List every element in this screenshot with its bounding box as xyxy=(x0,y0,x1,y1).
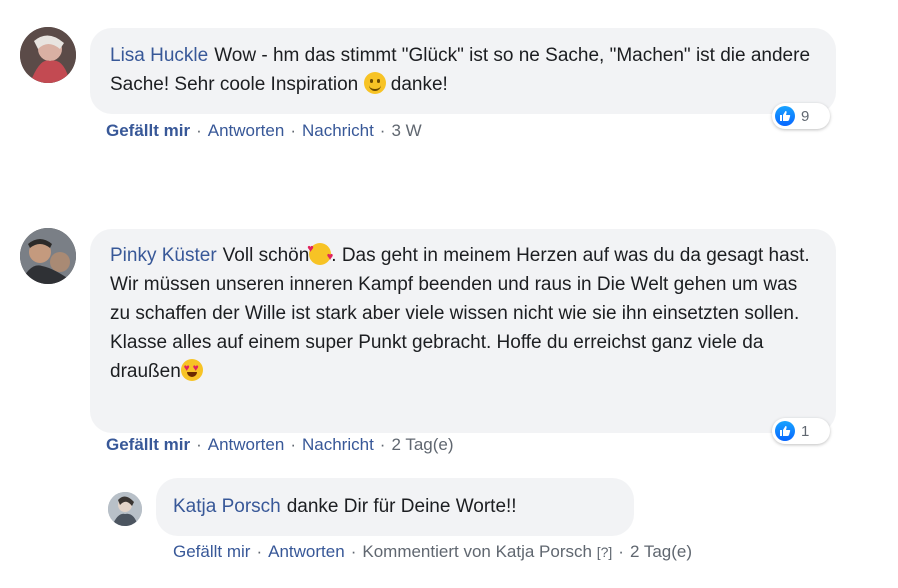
like-icon xyxy=(775,421,795,441)
smiling-face-with-hearts-icon: ♥ ♥ xyxy=(307,243,334,265)
comment-author[interactable]: Pinky Küster xyxy=(110,245,217,266)
timestamp[interactable]: 2 Tag(e) xyxy=(391,435,453,454)
separator: · xyxy=(196,435,202,454)
comment-text: Voll schön xyxy=(222,245,310,266)
comment-actions: Gefällt mir · Antworten · Nachricht · 3 W xyxy=(106,121,422,141)
slightly-smiling-face-icon xyxy=(363,72,386,94)
timestamp[interactable]: 3 W xyxy=(391,121,421,140)
message-button[interactable]: Nachricht xyxy=(302,121,374,140)
comment-pinky-kuester: Pinky Küster Voll schön ♥ ♥. Das geht in me… xyxy=(0,210,898,470)
comment-actions: Gefällt mir · Antworten · Nachricht · 2 Tag(e) xyxy=(106,435,454,455)
message-button[interactable]: Nachricht xyxy=(302,435,374,454)
comment-text-end: danke! xyxy=(385,74,448,95)
separator: · xyxy=(290,435,296,454)
separator: · xyxy=(290,121,296,140)
separator: · xyxy=(379,121,386,140)
avatar[interactable] xyxy=(20,228,76,284)
separator: · xyxy=(196,121,202,140)
avatar[interactable] xyxy=(108,492,142,526)
reply-button[interactable]: Antworten xyxy=(268,542,345,561)
reaction-count-badge[interactable]: 1 xyxy=(772,418,830,444)
comment-author[interactable]: Lisa Huckle xyxy=(110,45,208,66)
reply-bubble: Katja Porsch danke Dir für Deine Worte!! xyxy=(156,478,634,536)
reply-button[interactable]: Antworten xyxy=(208,121,285,140)
comment-text: Wow - hm das stimmt "Glück" ist so ne Sa… xyxy=(110,45,811,95)
reply-actions: Gefällt mir · Antworten · Kommentiert von Ka… xyxy=(173,542,692,562)
comment-bubble: Lisa Huckle Wow - hm das stimmt "Glück" i… xyxy=(90,28,836,114)
separator: · xyxy=(256,542,263,561)
separator: · xyxy=(379,435,386,454)
comment-bubble: Pinky Küster Voll schön ♥ ♥. Das geht in me… xyxy=(90,229,836,433)
separator: · xyxy=(350,542,357,561)
like-button[interactable]: Gefällt mir xyxy=(173,542,250,561)
avatar[interactable] xyxy=(20,27,76,83)
commented-by: Kommentiert von Katja Porsch xyxy=(362,542,592,561)
reply-katja-porsch: Katja Porsch danke Dir für Deine Worte!! … xyxy=(0,470,898,588)
like-button[interactable]: Gefällt mir xyxy=(106,435,190,454)
heart-eyes-icon: ♥ ♥ xyxy=(180,359,203,381)
reply-button[interactable]: Antworten xyxy=(208,435,285,454)
reaction-count-badge[interactable]: 9 xyxy=(772,103,830,129)
reply-text: danke Dir für Deine Worte!! xyxy=(286,496,517,517)
like-button[interactable]: Gefällt mir xyxy=(106,121,190,140)
comment-lisa-huckle: Lisa Huckle Wow - hm das stimmt "Glück" i… xyxy=(0,0,898,160)
help-link[interactable]: [?] xyxy=(597,544,613,560)
separator: · xyxy=(618,542,624,561)
reaction-count: 9 xyxy=(801,107,810,125)
like-icon xyxy=(775,106,795,126)
reaction-count: 1 xyxy=(801,422,810,440)
timestamp[interactable]: 2 Tag(e) xyxy=(630,542,692,561)
reply-author[interactable]: Katja Porsch xyxy=(173,496,281,517)
